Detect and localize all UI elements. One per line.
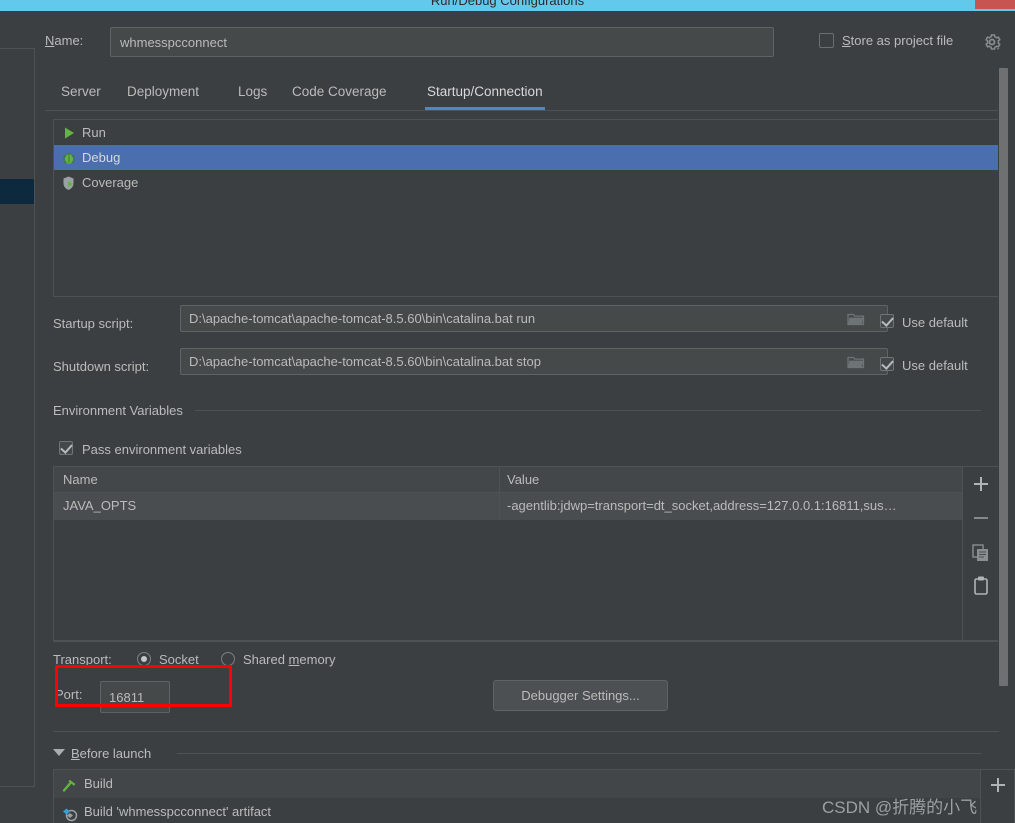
startup-script-input[interactable]	[180, 305, 888, 332]
column-divider	[499, 493, 500, 520]
pass-environment-variables-label: Pass environment variables	[82, 442, 242, 457]
startup-script-label: Startup script:	[53, 316, 134, 331]
tab-logs[interactable]: Logs	[236, 79, 269, 111]
tab-underline-divider	[45, 110, 1005, 111]
run-play-icon	[61, 124, 77, 140]
gear-icon[interactable]	[983, 33, 1001, 51]
window-titlebar: Run/Debug Configurations	[0, 0, 1015, 11]
column-header-value: Value	[507, 472, 540, 487]
debugger-settings-button[interactable]: Debugger Settings...	[493, 680, 668, 711]
copy-env-var-button[interactable]	[963, 535, 999, 569]
transport-radio-shared-memory[interactable]	[221, 652, 235, 666]
section-divider	[53, 641, 999, 642]
folder-browse-icon[interactable]	[847, 354, 865, 370]
before-launch-toolbar	[981, 769, 1015, 823]
table-row[interactable]: JAVA_OPTS -agentlib:jdwp=transport=dt_so…	[54, 493, 962, 520]
shutdown-script-input[interactable]	[180, 348, 888, 375]
window-title: Run/Debug Configurations	[430, 0, 585, 8]
shutdown-script-label: Shutdown script:	[53, 359, 150, 374]
tab-startup-connection[interactable]: Startup/Connection	[425, 79, 545, 111]
vertical-scrollbar-thumb[interactable]	[999, 68, 1008, 686]
column-divider	[499, 467, 500, 493]
before-launch-divider	[177, 753, 981, 754]
env-var-name: JAVA_OPTS	[63, 498, 137, 513]
name-row: Name: Store as project file	[35, 27, 1015, 57]
list-item-debug[interactable]: Debug	[54, 145, 998, 170]
folder-browse-icon[interactable]	[847, 311, 865, 327]
startup-connection-list: Run Debug Coverage	[53, 119, 999, 297]
hammer-build-icon	[61, 776, 78, 793]
csdn-watermark: CSDN @折腾的小飞	[822, 798, 978, 817]
paste-env-var-button[interactable]	[963, 569, 999, 603]
list-item-label: Coverage	[82, 175, 139, 190]
transport-shared-memory-label: Shared memory	[243, 652, 336, 667]
add-before-launch-task-button[interactable]	[981, 770, 1015, 800]
column-header-name: Name	[63, 472, 98, 487]
paste-clipboard-icon	[963, 576, 999, 606]
run-debug-configurations-dialog: Run/Debug Configurations Name: Store as …	[0, 0, 1015, 823]
list-item-label: Run	[82, 125, 106, 140]
port-highlight-annotation	[55, 665, 232, 707]
add-plus-icon	[981, 778, 1015, 803]
tab-bar: Server Deployment Logs Code Coverage Sta…	[45, 79, 1005, 111]
remove-env-var-button[interactable]	[963, 501, 999, 535]
pass-environment-variables-checkbox[interactable]	[59, 441, 73, 455]
section-divider-bottom	[53, 731, 999, 732]
close-window-button[interactable]	[975, 0, 1015, 9]
environment-variables-group-title: Environment Variables	[53, 403, 190, 418]
before-launch-item-label: Build 'whmesspcconnect' artifact	[84, 804, 272, 819]
background-config-tree-panel	[0, 48, 35, 787]
tab-deployment[interactable]: Deployment	[125, 79, 201, 111]
environment-variables-table: Name Value JAVA_OPTS -agentlib:jdwp=tran…	[53, 466, 963, 641]
background-tree-selected-row[interactable]	[0, 179, 34, 204]
tab-server[interactable]: Server	[59, 79, 103, 111]
startup-use-default-checkbox[interactable]	[880, 314, 894, 328]
store-as-project-file-label: Store as project file	[842, 33, 954, 48]
store-as-project-file-checkbox[interactable]	[819, 33, 834, 48]
list-item-coverage[interactable]: Coverage	[54, 170, 998, 195]
list-item-label: Debug	[82, 150, 121, 165]
before-launch-title: Before launch	[71, 746, 159, 761]
transport-radio-socket[interactable]	[137, 652, 151, 666]
environment-variables-toolbar	[963, 466, 999, 641]
shutdown-use-default-checkbox[interactable]	[880, 357, 894, 371]
before-launch-item-label: Build	[84, 776, 113, 791]
shutdown-use-default-label: Use default	[902, 358, 968, 373]
debug-bug-icon	[61, 149, 77, 165]
list-item-run[interactable]: Run	[54, 120, 998, 145]
tab-code-coverage[interactable]: Code Coverage	[290, 79, 389, 111]
table-header: Name Value	[54, 467, 962, 493]
group-divider	[195, 410, 981, 411]
coverage-shield-icon	[61, 174, 77, 190]
env-var-value: -agentlib:jdwp=transport=dt_socket,addre…	[507, 498, 897, 513]
add-env-var-button[interactable]	[963, 467, 999, 501]
chevron-down-icon[interactable]	[53, 749, 65, 756]
name-label: Name:	[45, 33, 84, 48]
configuration-name-input[interactable]	[110, 27, 774, 57]
artifact-icon	[61, 804, 78, 822]
startup-use-default-label: Use default	[902, 315, 968, 330]
